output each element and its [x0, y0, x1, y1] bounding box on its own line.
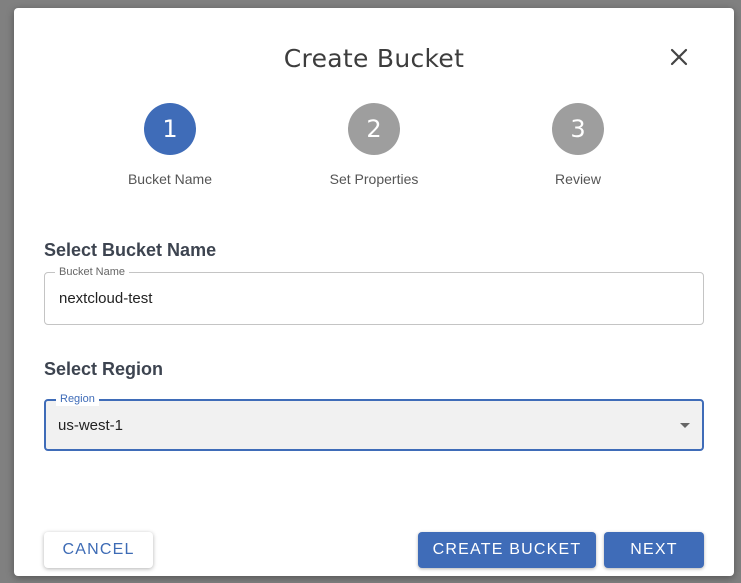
next-button[interactable]: NEXT — [604, 532, 704, 568]
step-bucket-name: 1 Bucket Name — [90, 103, 250, 187]
region-value: us-west-1 — [58, 417, 124, 434]
region-legend: Region — [56, 392, 99, 406]
step-3-circle: 3 — [552, 103, 604, 155]
step-1-label: Bucket Name — [127, 171, 213, 187]
step-set-properties: 2 Set Properties — [294, 103, 454, 187]
cancel-button[interactable]: CANCEL — [44, 532, 153, 568]
bucket-name-legend: Bucket Name — [55, 265, 130, 279]
step-3-label: Review — [555, 171, 601, 187]
create-bucket-dialog: Create Bucket 1 Bucket Name 2 Set Proper… — [14, 8, 734, 576]
step-review: 3 Review — [498, 103, 658, 187]
step-2-circle: 2 — [348, 103, 400, 155]
close-button[interactable] — [664, 42, 694, 72]
bucket-name-section-title: Select Bucket Name — [44, 240, 217, 260]
close-icon — [670, 48, 688, 66]
region-select[interactable]: Region us-west-1 — [44, 392, 704, 451]
bucket-name-value[interactable]: nextcloud-test — [59, 290, 152, 307]
step-1-circle: 1 — [144, 103, 196, 155]
step-2-label: Set Properties — [329, 171, 419, 187]
dialog-title: Create Bucket — [283, 44, 465, 73]
region-section-title: Select Region — [44, 359, 164, 379]
create-bucket-button[interactable]: CREATE BUCKET — [418, 532, 596, 568]
bucket-name-input[interactable]: Bucket Name nextcloud-test — [44, 265, 704, 325]
stepper: 1 Bucket Name 2 Set Properties 3 Review — [14, 103, 734, 193]
dropdown-arrow-icon[interactable] — [680, 423, 690, 428]
